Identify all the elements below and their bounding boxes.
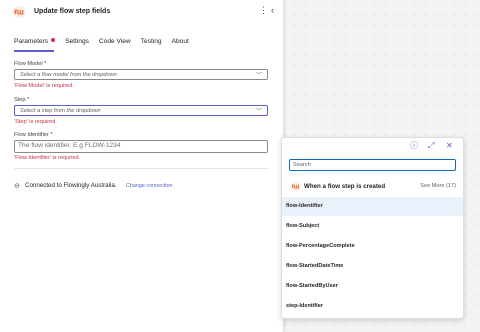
flow-model-dropdown[interactable]: Select a flow model from the dropdown ﹀ bbox=[14, 69, 268, 80]
connection-status: Connected to Flowingly Australia. bbox=[25, 182, 117, 189]
flowingly-logo-icon bbox=[290, 181, 301, 192]
flow-identifier-error: 'Flow Identifier' is required. bbox=[14, 155, 81, 161]
flow-identifier-input[interactable]: The flow identifier. E.g FLOW-1234 bbox=[14, 140, 268, 153]
search-placeholder: Search bbox=[293, 161, 311, 168]
dynamic-item-step-identifier[interactable]: step-Identifier bbox=[282, 297, 463, 316]
change-connection-link[interactable]: Change connection bbox=[126, 183, 172, 189]
dynamic-item-flow-identifier[interactable]: flow-Identifier bbox=[282, 197, 463, 216]
tab-bar: Parameters Settings Code View Testing Ab… bbox=[14, 38, 199, 48]
search-input[interactable]: Search bbox=[289, 159, 456, 171]
chevron-down-icon: ﹀ bbox=[255, 109, 262, 115]
flow-identifier-label: Flow Identifier * bbox=[14, 132, 53, 138]
tab-testing[interactable]: Testing bbox=[141, 38, 162, 48]
chevron-left-icon[interactable]: ‹ bbox=[271, 5, 274, 15]
dynamic-item-flow-subject[interactable]: flow-Subject bbox=[282, 217, 463, 236]
see-more-button[interactable]: See More (17) bbox=[420, 183, 456, 189]
error-dot-icon bbox=[51, 38, 56, 43]
more-vertical-icon[interactable]: ⋮ bbox=[259, 5, 268, 15]
dynamic-item-flow-percentage-complete[interactable]: flow-PercentageComplete bbox=[282, 237, 463, 256]
step-dropdown[interactable]: Select a step from the dropdown ﹀ bbox=[14, 105, 268, 116]
info-icon[interactable]: ⓘ bbox=[410, 141, 418, 151]
dynamic-item-flow-started-by-user[interactable]: flow-StartedByUser bbox=[282, 277, 463, 296]
flow-model-label: Flow Model * bbox=[14, 61, 47, 67]
tab-code-view[interactable]: Code View bbox=[99, 38, 131, 48]
link-icon: ⊖ bbox=[14, 183, 20, 190]
step-label: Step * bbox=[14, 97, 30, 103]
step-error: 'Step' is required. bbox=[14, 119, 57, 125]
action-panel: Update flow step fields ⋮ ‹ Parameters S… bbox=[0, 0, 284, 332]
flow-identifier-placeholder: The flow identifier. E.g FLOW-1234 bbox=[18, 142, 121, 149]
chevron-down-icon: ﹀ bbox=[255, 73, 262, 79]
trigger-title: When a flow step is created bbox=[304, 183, 386, 190]
panel-header: Update flow step fields ⋮ ‹ bbox=[0, 0, 283, 24]
active-tab-indicator bbox=[14, 50, 54, 52]
tab-label: Parameters bbox=[14, 38, 49, 45]
action-title: Update flow step fields bbox=[34, 8, 111, 15]
tab-about[interactable]: About bbox=[172, 38, 189, 48]
flow-model-placeholder: Select a flow model from the dropdown bbox=[20, 71, 117, 78]
close-icon[interactable]: ✕ bbox=[446, 141, 453, 151]
section-divider bbox=[14, 168, 269, 169]
dynamic-content-popup: ⓘ ⤢ ✕ Search When a flow step is created… bbox=[281, 137, 464, 319]
step-placeholder: Select a step from the dropdown bbox=[20, 107, 101, 114]
tab-settings[interactable]: Settings bbox=[65, 38, 89, 48]
dynamic-item-flow-started-date-time[interactable]: flow-StartedDateTime bbox=[282, 257, 463, 276]
expand-icon[interactable]: ⤢ bbox=[428, 141, 434, 151]
tab-parameters[interactable]: Parameters bbox=[14, 38, 56, 48]
flow-model-error: 'Flow Model' is required. bbox=[14, 83, 74, 89]
flowingly-logo-icon bbox=[12, 5, 26, 19]
